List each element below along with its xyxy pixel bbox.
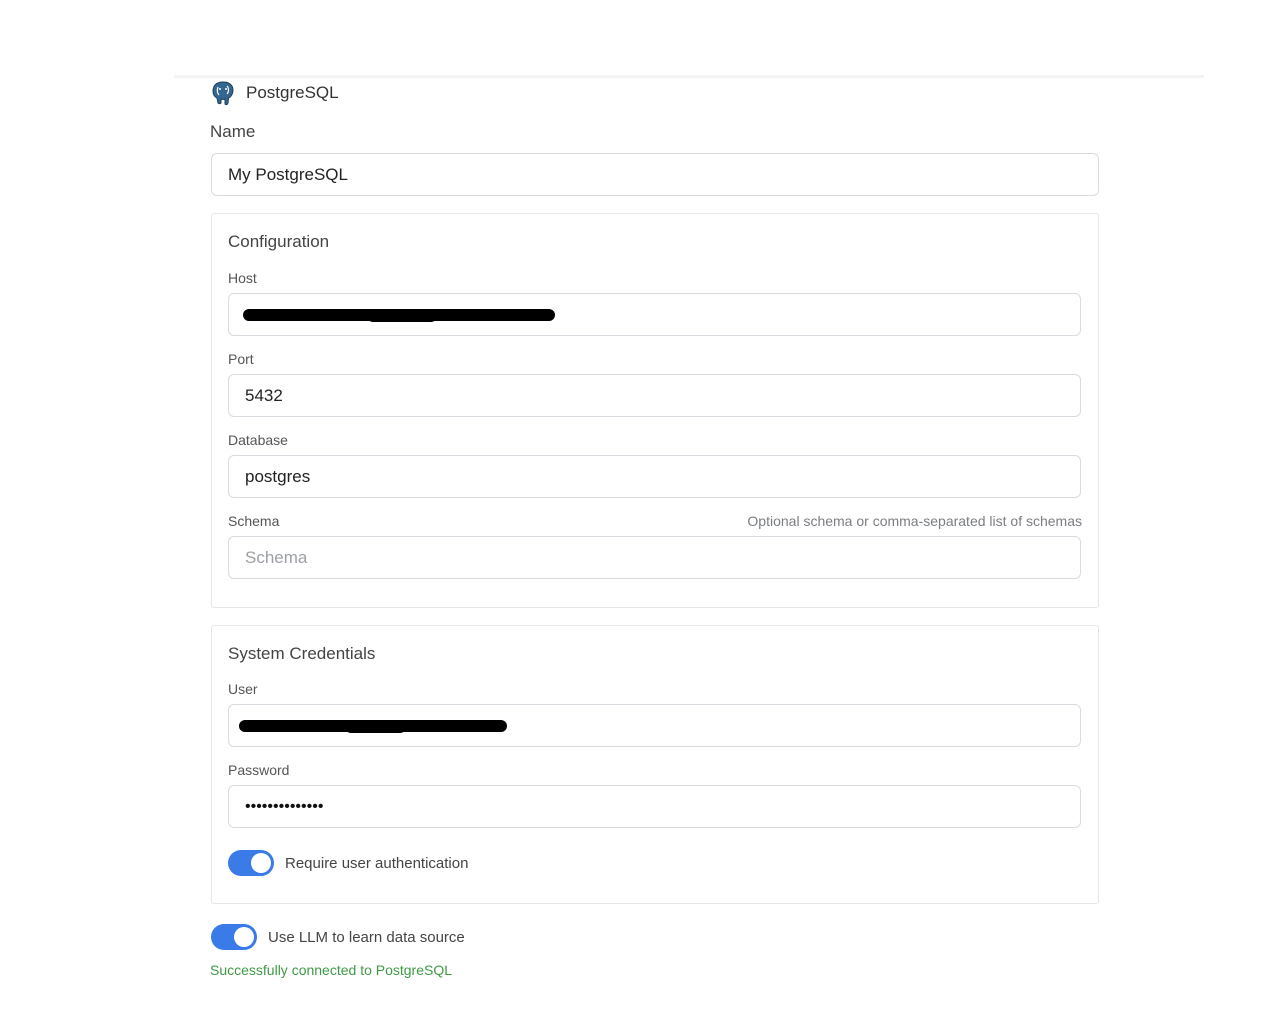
data-source-form: PostgreSQL Name My PostgreSQL Configurat… bbox=[0, 0, 1268, 1024]
password-label: Password bbox=[228, 762, 290, 778]
data-source-type-title: PostgreSQL bbox=[246, 83, 339, 102]
system-credentials-title: System Credentials bbox=[228, 644, 376, 663]
password-masked-value: •••••••••••••• bbox=[245, 797, 324, 815]
toggle-knob bbox=[251, 853, 271, 873]
user-redaction bbox=[239, 719, 507, 733]
database-label: Database bbox=[228, 432, 288, 448]
configuration-panel: Configuration Host Port 5432 Database po… bbox=[211, 213, 1099, 608]
system-credentials-panel: System Credentials User Password •••••••… bbox=[211, 625, 1099, 904]
name-label: Name bbox=[210, 122, 256, 141]
configuration-title: Configuration bbox=[228, 232, 330, 251]
user-label: User bbox=[228, 681, 258, 697]
host-input[interactable] bbox=[228, 293, 1081, 336]
user-input[interactable] bbox=[228, 704, 1081, 747]
postgresql-elephant-icon bbox=[210, 80, 236, 106]
schema-hint: Optional schema or comma-separated list … bbox=[747, 513, 1082, 529]
toggle-knob bbox=[234, 927, 254, 947]
llm-learn-toggle[interactable] bbox=[211, 924, 257, 950]
database-input[interactable]: postgres bbox=[228, 455, 1081, 498]
require-auth-toggle[interactable] bbox=[228, 850, 274, 876]
host-redaction bbox=[243, 308, 555, 322]
name-input[interactable]: My PostgreSQL bbox=[211, 153, 1099, 196]
schema-label: Schema bbox=[228, 513, 280, 529]
port-label: Port bbox=[228, 351, 254, 367]
data-source-header: PostgreSQL bbox=[210, 79, 339, 107]
require-auth-row: Require user authentication bbox=[228, 850, 468, 876]
require-auth-label: Require user authentication bbox=[285, 854, 469, 872]
schema-input[interactable]: Schema bbox=[228, 536, 1081, 579]
connection-status-message: Successfully connected to PostgreSQL bbox=[210, 962, 453, 978]
llm-learn-row: Use LLM to learn data source bbox=[211, 924, 465, 950]
top-divider bbox=[174, 75, 1204, 78]
password-input[interactable]: •••••••••••••• bbox=[228, 785, 1081, 828]
host-label: Host bbox=[228, 270, 257, 286]
port-input[interactable]: 5432 bbox=[228, 374, 1081, 417]
llm-learn-label: Use LLM to learn data source bbox=[268, 928, 465, 946]
